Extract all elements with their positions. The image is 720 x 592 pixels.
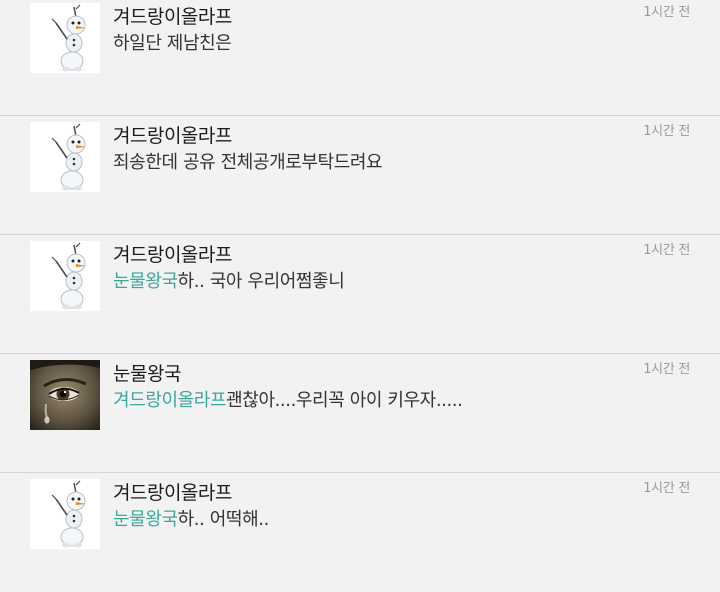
comment-timestamp: 1시간 전 [643,5,690,20]
comment-item: 겨드랑이올라프 눈물왕국하.. 국아 우리어쩜좋니 1시간 전 [0,235,720,354]
comment-author[interactable]: 겨드랑이올라프 [113,478,232,505]
snowman-avatar-icon[interactable] [30,241,100,311]
comment-mention[interactable]: 눈물왕국 [113,509,178,530]
comment-timestamp: 1시간 전 [643,362,690,377]
comment-text: 겨드랑이올라프괜찮아....우리꼭 아이 키우자..... [113,386,463,412]
comment-author[interactable]: 겨드랑이올라프 [113,240,232,267]
comment-author[interactable]: 눈물왕국 [113,359,181,386]
snowman-avatar-icon[interactable] [30,479,100,549]
comment-body: 하일단 제남친은 [113,33,232,54]
comment-item: 겨드랑이올라프 죄송한데 공유 전체공개로부탁드려요 1시간 전 [0,116,720,235]
comment-item: 눈물왕국 겨드랑이올라프괜찮아....우리꼭 아이 키우자..... 1시간 전 [0,354,720,473]
comment-author[interactable]: 겨드랑이올라프 [113,2,232,29]
comment-timestamp: 1시간 전 [643,481,690,496]
comment-text: 하일단 제남친은 [113,29,232,55]
comment-body: 죄송한데 공유 전체공개로부탁드려요 [113,152,383,173]
comment-item: 겨드랑이올라프 눈물왕국하.. 어떡해.. 1시간 전 [0,473,720,592]
comment-author[interactable]: 겨드랑이올라프 [113,121,232,148]
comment-item: 겨드랑이올라프 하일단 제남친은 1시간 전 [0,0,720,116]
crying-eye-avatar-icon[interactable] [30,360,100,430]
comment-body: 하.. 어떡해.. [177,509,270,530]
comment-mention[interactable]: 겨드랑이올라프 [113,390,227,411]
comment-list: 겨드랑이올라프 하일단 제남친은 1시간 전 겨드랑이올라프 죄송한데 공유 전… [0,0,720,592]
comment-timestamp: 1시간 전 [643,243,690,258]
comment-text: 눈물왕국하.. 국아 우리어쩜좋니 [113,267,345,293]
comment-text: 죄송한데 공유 전체공개로부탁드려요 [113,148,383,174]
comment-body: 하.. 국아 우리어쩜좋니 [177,271,345,292]
comment-timestamp: 1시간 전 [643,124,690,139]
comment-text: 눈물왕국하.. 어떡해.. [113,505,269,531]
snowman-avatar-icon[interactable] [30,3,100,73]
comment-mention[interactable]: 눈물왕국 [113,271,178,292]
snowman-avatar-icon[interactable] [30,122,100,192]
comment-body: 괜찮아....우리꼭 아이 키우자..... [226,390,463,411]
